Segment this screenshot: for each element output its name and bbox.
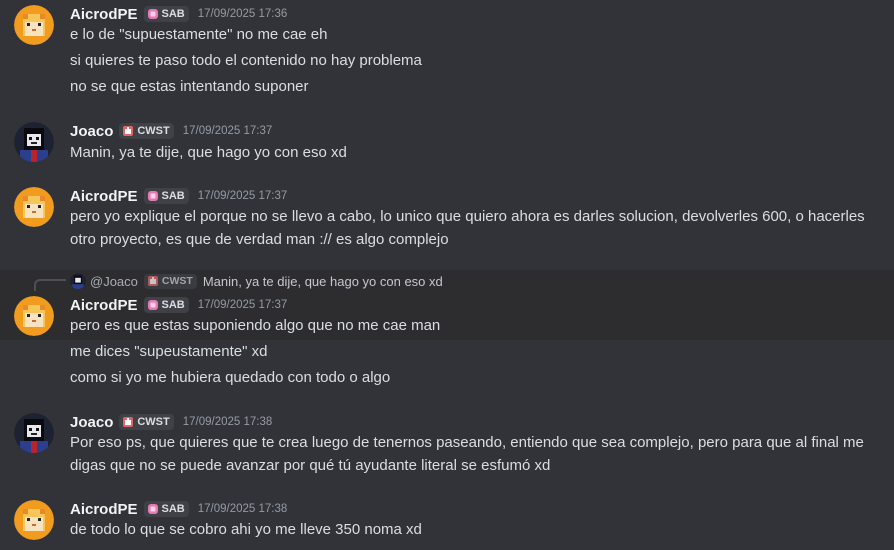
message-header: Joaco CWST 17/09/2025 17:38 xyxy=(70,412,272,432)
username[interactable]: Joaco xyxy=(70,123,113,140)
sab-tag-icon xyxy=(147,300,158,310)
server-tag[interactable]: CWST xyxy=(119,123,174,139)
message-header: Joaco CWST 17/09/2025 17:37 xyxy=(70,121,272,141)
message-text: Manin, ya te dije, que hago yo con eso x… xyxy=(70,144,347,161)
timestamp[interactable]: 17/09/2025 17:37 xyxy=(198,299,288,311)
message-text: e lo de "supuestamente" no me cae eh xyxy=(70,26,328,43)
cwst-tag-icon xyxy=(123,417,134,427)
timestamp[interactable]: 17/09/2025 17:37 xyxy=(198,190,288,202)
server-tag-label: SAB xyxy=(161,299,185,311)
message-group: AicrodPE SAB 17/09/2025 17:37 pero yo ex… xyxy=(0,184,894,254)
message-group: AicrodPE SAB 17/09/2025 17:38 de todo lo… xyxy=(0,496,894,550)
cat-avatar-icon[interactable] xyxy=(14,5,54,45)
cat-avatar-icon[interactable] xyxy=(14,187,54,227)
timestamp[interactable]: 17/09/2025 17:38 xyxy=(183,416,273,428)
message-header: AicrodPE SAB 17/09/2025 17:38 xyxy=(70,499,287,519)
username[interactable]: Joaco xyxy=(70,414,113,431)
server-tag[interactable]: SAB xyxy=(143,297,189,313)
message-group: AicrodPE SAB 17/09/2025 17:37 pero es qu… xyxy=(0,292,894,392)
dark-character-avatar-icon[interactable] xyxy=(14,122,54,162)
reply-server-tag: CWST xyxy=(143,273,197,289)
username[interactable]: AicrodPE xyxy=(70,501,138,518)
sab-tag-icon xyxy=(147,191,158,201)
server-tag-label: CWST xyxy=(137,416,170,428)
message-text: digas que no se puede avanzar por qué tú… xyxy=(70,457,551,474)
sab-tag-icon xyxy=(147,9,158,19)
timestamp[interactable]: 17/09/2025 17:38 xyxy=(198,503,288,515)
message-text: otro proyecto, es que de verdad man :// … xyxy=(70,231,449,248)
cwst-tag-icon xyxy=(147,276,158,286)
message-text: si quieres te paso todo el contenido no … xyxy=(70,52,422,69)
username[interactable]: AicrodPE xyxy=(70,6,138,23)
server-tag[interactable]: SAB xyxy=(143,188,189,204)
server-tag-label: CWST xyxy=(137,125,170,137)
message-text: no se que estas intentando suponer xyxy=(70,78,309,95)
reply-avatar-icon xyxy=(70,273,86,289)
message-group: Joaco CWST 17/09/2025 17:37 Manin, ya te… xyxy=(0,118,894,170)
cat-avatar-icon[interactable] xyxy=(14,296,54,336)
server-tag[interactable]: SAB xyxy=(143,501,189,517)
reply-author[interactable]: @Joaco xyxy=(90,274,138,289)
server-tag-label: SAB xyxy=(161,190,185,202)
dark-character-avatar-icon[interactable] xyxy=(14,413,54,453)
message-text: pero es que estas suponiendo algo que no… xyxy=(70,317,441,334)
message-header: AicrodPE SAB 17/09/2025 17:37 xyxy=(70,186,287,206)
message-text: como si yo me hubiera quedado con todo o… xyxy=(70,369,391,386)
reply-text[interactable]: Manin, ya te dije, que hago yo con eso x… xyxy=(203,274,443,289)
server-tag-label: SAB xyxy=(161,8,185,20)
server-tag-label: SAB xyxy=(161,503,185,515)
message-text: Por eso ps, que quieres que te crea lueg… xyxy=(70,434,864,451)
message-text: pero yo explique el porque no se llevo a… xyxy=(70,208,865,225)
username[interactable]: AicrodPE xyxy=(70,188,138,205)
message-header: AicrodPE SAB 17/09/2025 17:37 xyxy=(70,295,287,315)
message-group: AicrodPE SAB 17/09/2025 17:36 e lo de "s… xyxy=(0,0,894,110)
reply-preview[interactable]: @Joaco CWST Manin, ya te dije, que hago … xyxy=(70,272,443,290)
message-text: de todo lo que se cobro ahi yo me lleve … xyxy=(70,521,422,538)
message-header: AicrodPE SAB 17/09/2025 17:36 xyxy=(70,4,287,24)
server-tag[interactable]: SAB xyxy=(143,6,189,22)
sab-tag-icon xyxy=(147,504,158,514)
username[interactable]: AicrodPE xyxy=(70,297,138,314)
reply-connector xyxy=(34,279,66,291)
cat-avatar-icon[interactable] xyxy=(14,500,54,540)
message-text: me dices "supeustamente" xd xyxy=(70,343,268,360)
server-tag[interactable]: CWST xyxy=(119,414,174,430)
timestamp[interactable]: 17/09/2025 17:36 xyxy=(198,8,288,20)
cwst-tag-icon xyxy=(123,126,134,136)
message-group: Joaco CWST 17/09/2025 17:38 Por eso ps, … xyxy=(0,410,894,480)
timestamp[interactable]: 17/09/2025 17:37 xyxy=(183,125,273,137)
reply-tag-label: CWST xyxy=(161,275,193,287)
